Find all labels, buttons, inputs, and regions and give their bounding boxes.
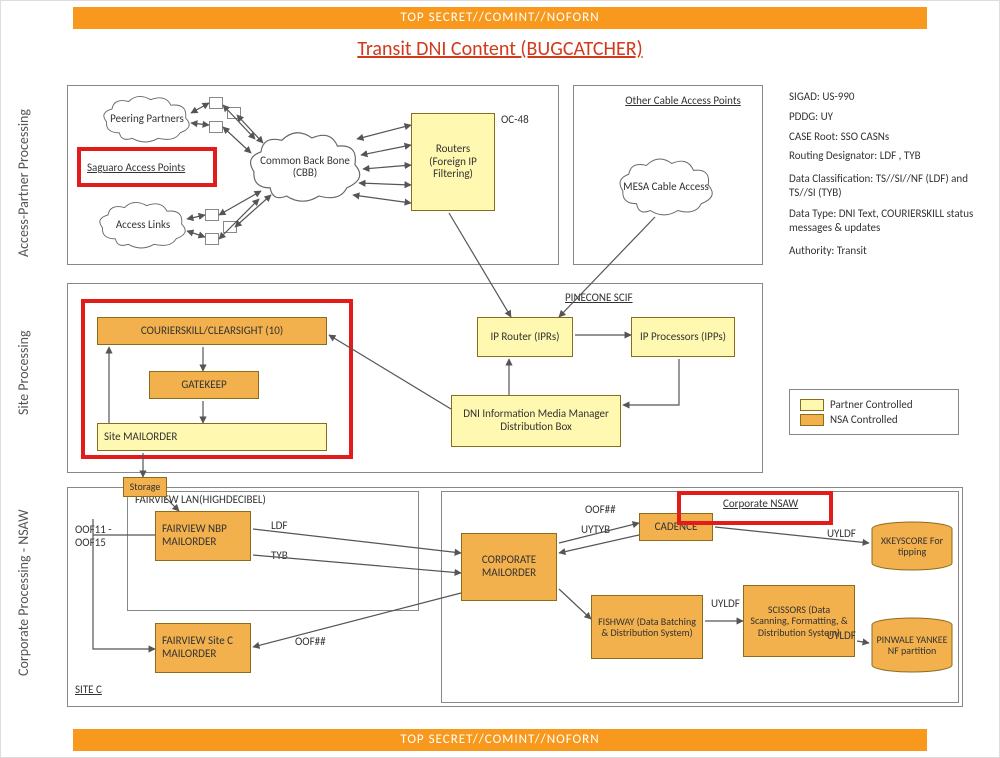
- site-c-label: SITE C: [75, 683, 102, 696]
- node-fairview-sitec: FAIRVIEW Site C MAILORDER: [155, 623, 251, 673]
- meta-routing: Routing Designator: LDF , TYB: [789, 146, 975, 166]
- meta-classification: Data Classification: TS//SI//NF (LDF) an…: [789, 172, 975, 201]
- tap-box: [227, 107, 241, 119]
- node-corporate-mailorder: CORPORATE MAILORDER: [461, 533, 557, 601]
- edge-uytyb: UYTYB: [581, 523, 610, 536]
- node-courierskill: COURIERSKILL/CLEARSIGHT (10): [97, 317, 327, 345]
- tap-box: [205, 209, 219, 221]
- cloud-peering: Peering Partners: [101, 95, 193, 143]
- edge-oof2: OOF##: [585, 503, 616, 516]
- legend-partner: Partner Controlled: [830, 398, 913, 411]
- meta-datatype: Data Type: DNI Text, COURIERSKILL status…: [789, 207, 975, 236]
- legend-nsa: NSA Controlled: [830, 413, 898, 426]
- tap-box: [209, 97, 223, 109]
- section-label-site: Site Processing: [15, 303, 32, 443]
- db-pinwale: PINWALE YANKEE NF partition: [869, 617, 955, 673]
- node-fairview-nbp: FAIRVIEW NBP MAILORDER: [155, 511, 251, 561]
- legend: Partner Controlled NSA Controlled: [789, 389, 959, 435]
- node-site-mailorder: Site MAILORDER: [97, 423, 327, 451]
- node-ip-router: IP Router (IPRs): [477, 317, 573, 357]
- tap-box: [223, 221, 237, 233]
- classification-banner-bottom: TOP SECRET//COMINT//NOFORN: [73, 729, 927, 751]
- meta-case-root: CASE Root: SSO CASNs: [789, 127, 975, 147]
- node-gatekeep: GATEKEEP: [149, 371, 259, 399]
- tap-box: [209, 121, 223, 133]
- meta-authority: Authority: Transit: [789, 241, 975, 261]
- oc48-label: OC-48: [501, 113, 529, 126]
- cloud-cbb: Common Back Bone (CBB): [247, 131, 363, 203]
- node-cadence: CADENCE: [639, 513, 713, 541]
- oof-range-label: OOF11 -OOF15: [75, 523, 123, 549]
- node-fishway: FISHWAY (Data Batching & Distribution Sy…: [591, 595, 703, 659]
- db-xkeyscore: XKEYSCORE For tipping: [869, 521, 955, 571]
- saguaro-label: Saguaro Access Points: [87, 161, 209, 174]
- edge-uyldf1: UYLDF: [711, 597, 740, 610]
- legend-swatch-partner: [800, 399, 824, 411]
- section-label-access: Access-Partner Processing: [15, 103, 32, 263]
- tap-box: [205, 233, 219, 245]
- metadata-block: SIGAD: US-990 PDDG: UY CASE Root: SSO CA…: [789, 87, 975, 261]
- diagram-title: Transit DNI Content (BUGCATCHER): [1, 37, 999, 61]
- classification-banner-top: TOP SECRET//COMINT//NOFORN: [73, 7, 927, 29]
- edge-ldf: LDF: [271, 519, 287, 532]
- node-ip-processors: IP Processors (IPPs): [631, 317, 735, 357]
- legend-swatch-nsa: [800, 414, 824, 426]
- diagram-canvas: Access-Partner Processing Site Processin…: [19, 73, 981, 721]
- section-label-corp: Corporate Processing - NSAW: [15, 493, 32, 693]
- node-routers: Routers (Foreign IP Filtering): [411, 113, 495, 211]
- node-scissors: SCISSORS (Data Scanning, Formatting, & D…: [743, 585, 855, 657]
- edge-uyldf2: UYLDF: [827, 527, 856, 540]
- cloud-access-links: Access Links: [97, 201, 189, 249]
- edge-tyb: TYB: [271, 549, 288, 562]
- edge-uyldf3: UYLDF: [827, 629, 856, 642]
- cloud-mesa: MESA Cable Access: [617, 157, 715, 217]
- node-storage: Storage: [123, 477, 167, 497]
- meta-pddg: PDDG: UY: [789, 107, 975, 127]
- other-cable-label: Other Cable Access Points: [614, 94, 752, 107]
- meta-sigad: SIGAD: US-990: [789, 87, 975, 107]
- pinecone-label: PINECONE SCIF: [565, 291, 633, 304]
- node-dni-box: DNI Information Media Manager Distributi…: [451, 395, 621, 447]
- corporate-nsaw-label: Corporate NSAW: [723, 497, 798, 510]
- edge-oof1: OOF##: [295, 635, 326, 648]
